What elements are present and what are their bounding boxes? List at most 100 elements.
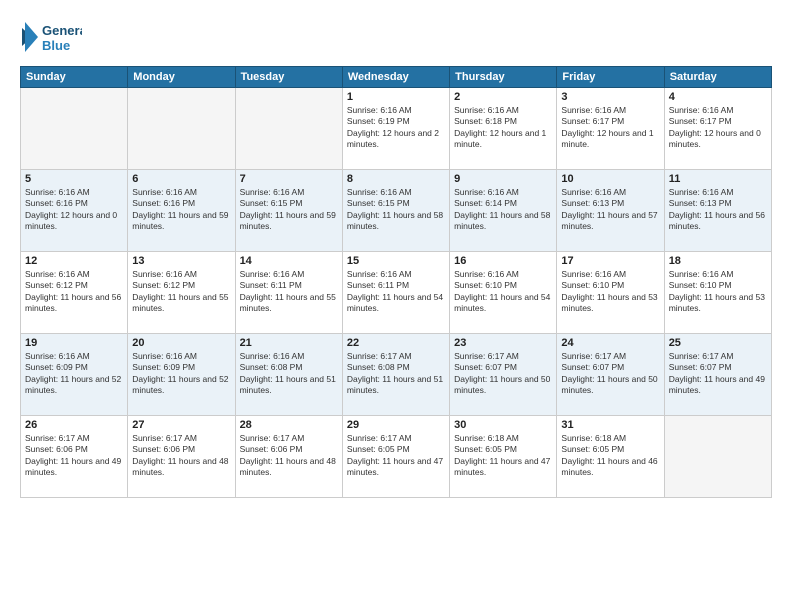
- day-number: 13: [132, 255, 230, 267]
- day-cell-24: 24 Sunrise: 6:17 AM Sunset: 6:07 PM Dayli…: [557, 334, 664, 416]
- day-number: 23: [454, 337, 552, 349]
- day-cell-8: 8 Sunrise: 6:16 AM Sunset: 6:15 PM Daylig…: [342, 170, 449, 252]
- day-cell-18: 18Sunrise: 6:16 AM Sunset: 6:10 PM Dayli…: [664, 252, 771, 334]
- day-cell-6: 6 Sunrise: 6:16 AM Sunset: 6:16 PM Daylig…: [128, 170, 235, 252]
- day-info: Sunrise: 6:17 AM Sunset: 6:05 PM Dayligh…: [347, 433, 445, 479]
- day-info: Sunrise: 6:16 AM Sunset: 6:17 PM Dayligh…: [561, 105, 659, 151]
- day-number: 1: [347, 91, 445, 103]
- day-info: Sunrise: 6:16 AM Sunset: 6:10 PM Dayligh…: [669, 269, 767, 315]
- day-info: Sunrise: 6:16 AM Sunset: 6:11 PM Dayligh…: [240, 269, 338, 315]
- day-number: 2: [454, 91, 552, 103]
- weekday-friday: Friday: [557, 67, 664, 88]
- day-cell-28: 28Sunrise: 6:17 AM Sunset: 6:06 PM Dayli…: [235, 416, 342, 498]
- day-info: Sunrise: 6:16 AM Sunset: 6:16 PM Dayligh…: [25, 187, 123, 233]
- day-number: 4: [669, 91, 767, 103]
- day-info: Sunrise: 6:16 AM Sunset: 6:16 PM Dayligh…: [132, 187, 230, 233]
- day-info: Sunrise: 6:18 AM Sunset: 6:05 PM Dayligh…: [561, 433, 659, 479]
- day-number: 19: [25, 337, 123, 349]
- day-info: Sunrise: 6:16 AM Sunset: 6:08 PM Dayligh…: [240, 351, 338, 397]
- day-cell-26: 26Sunrise: 6:17 AM Sunset: 6:06 PM Dayli…: [21, 416, 128, 498]
- calendar-table: SundayMondayTuesdayWednesdayThursdayFrid…: [20, 66, 772, 498]
- day-number: 17: [561, 255, 659, 267]
- day-info: Sunrise: 6:16 AM Sunset: 6:09 PM Dayligh…: [25, 351, 123, 397]
- day-cell-14: 14 Sunrise: 6:16 AM Sunset: 6:11 PM Dayli…: [235, 252, 342, 334]
- day-number: 7: [240, 173, 338, 185]
- day-number: 21: [240, 337, 338, 349]
- week-row-2: 5 Sunrise: 6:16 AM Sunset: 6:16 PM Daylig…: [21, 170, 772, 252]
- empty-cell: [235, 88, 342, 170]
- day-number: 26: [25, 419, 123, 431]
- day-number: 16: [454, 255, 552, 267]
- week-row-1: 1 Sunrise: 6:16 AM Sunset: 6:19 PM Daylig…: [21, 88, 772, 170]
- day-info: Sunrise: 6:18 AM Sunset: 6:05 PM Dayligh…: [454, 433, 552, 479]
- day-number: 27: [132, 419, 230, 431]
- day-cell-16: 16 Sunrise: 6:16 AM Sunset: 6:10 PM Dayli…: [450, 252, 557, 334]
- day-info: Sunrise: 6:16 AM Sunset: 6:19 PM Dayligh…: [347, 105, 445, 151]
- day-info: Sunrise: 6:16 AM Sunset: 6:13 PM Dayligh…: [669, 187, 767, 233]
- day-cell-25: 25 Sunrise: 6:17 AM Sunset: 6:07 PM Dayli…: [664, 334, 771, 416]
- day-cell-12: 12 Sunrise: 6:16 AM Sunset: 6:12 PM Dayli…: [21, 252, 128, 334]
- day-cell-9: 9Sunrise: 6:16 AM Sunset: 6:14 PM Daylig…: [450, 170, 557, 252]
- day-number: 14: [240, 255, 338, 267]
- day-number: 8: [347, 173, 445, 185]
- day-info: Sunrise: 6:16 AM Sunset: 6:18 PM Dayligh…: [454, 105, 552, 151]
- day-info: Sunrise: 6:16 AM Sunset: 6:14 PM Dayligh…: [454, 187, 552, 233]
- day-cell-5: 5 Sunrise: 6:16 AM Sunset: 6:16 PM Daylig…: [21, 170, 128, 252]
- day-number: 3: [561, 91, 659, 103]
- day-number: 10: [561, 173, 659, 185]
- day-cell-20: 20Sunrise: 6:16 AM Sunset: 6:09 PM Dayli…: [128, 334, 235, 416]
- day-cell-19: 19 Sunrise: 6:16 AM Sunset: 6:09 PM Dayli…: [21, 334, 128, 416]
- day-number: 28: [240, 419, 338, 431]
- day-cell-30: 30 Sunrise: 6:18 AM Sunset: 6:05 PM Dayli…: [450, 416, 557, 498]
- day-cell-1: 1 Sunrise: 6:16 AM Sunset: 6:19 PM Daylig…: [342, 88, 449, 170]
- day-cell-22: 22Sunrise: 6:17 AM Sunset: 6:08 PM Dayli…: [342, 334, 449, 416]
- day-info: Sunrise: 6:16 AM Sunset: 6:17 PM Dayligh…: [669, 105, 767, 151]
- day-number: 22: [347, 337, 445, 349]
- svg-text:Blue: Blue: [42, 38, 70, 53]
- day-number: 25: [669, 337, 767, 349]
- day-info: Sunrise: 6:17 AM Sunset: 6:07 PM Dayligh…: [561, 351, 659, 397]
- weekday-tuesday: Tuesday: [235, 67, 342, 88]
- day-info: Sunrise: 6:16 AM Sunset: 6:15 PM Dayligh…: [347, 187, 445, 233]
- weekday-monday: Monday: [128, 67, 235, 88]
- day-info: Sunrise: 6:17 AM Sunset: 6:06 PM Dayligh…: [132, 433, 230, 479]
- day-cell-10: 10 Sunrise: 6:16 AM Sunset: 6:13 PM Dayli…: [557, 170, 664, 252]
- weekday-header-row: SundayMondayTuesdayWednesdayThursdayFrid…: [21, 67, 772, 88]
- day-cell-4: 4 Sunrise: 6:16 AM Sunset: 6:17 PM Daylig…: [664, 88, 771, 170]
- day-cell-3: 3 Sunrise: 6:16 AM Sunset: 6:17 PM Daylig…: [557, 88, 664, 170]
- day-info: Sunrise: 6:16 AM Sunset: 6:13 PM Dayligh…: [561, 187, 659, 233]
- day-number: 11: [669, 173, 767, 185]
- day-number: 12: [25, 255, 123, 267]
- day-number: 5: [25, 173, 123, 185]
- week-row-3: 12 Sunrise: 6:16 AM Sunset: 6:12 PM Dayli…: [21, 252, 772, 334]
- header: GeneralBlue: [20, 18, 772, 56]
- day-number: 24: [561, 337, 659, 349]
- day-cell-13: 13 Sunrise: 6:16 AM Sunset: 6:12 PM Dayli…: [128, 252, 235, 334]
- day-cell-23: 23Sunrise: 6:17 AM Sunset: 6:07 PM Dayli…: [450, 334, 557, 416]
- week-row-4: 19 Sunrise: 6:16 AM Sunset: 6:09 PM Dayli…: [21, 334, 772, 416]
- day-info: Sunrise: 6:16 AM Sunset: 6:15 PM Dayligh…: [240, 187, 338, 233]
- weekday-thursday: Thursday: [450, 67, 557, 88]
- day-cell-2: 2 Sunrise: 6:16 AM Sunset: 6:18 PM Daylig…: [450, 88, 557, 170]
- empty-cell: [664, 416, 771, 498]
- empty-cell: [21, 88, 128, 170]
- day-info: Sunrise: 6:16 AM Sunset: 6:10 PM Dayligh…: [454, 269, 552, 315]
- day-cell-29: 29Sunrise: 6:17 AM Sunset: 6:05 PM Dayli…: [342, 416, 449, 498]
- day-cell-15: 15Sunrise: 6:16 AM Sunset: 6:11 PM Dayli…: [342, 252, 449, 334]
- day-info: Sunrise: 6:16 AM Sunset: 6:12 PM Dayligh…: [132, 269, 230, 315]
- weekday-saturday: Saturday: [664, 67, 771, 88]
- day-info: Sunrise: 6:16 AM Sunset: 6:12 PM Dayligh…: [25, 269, 123, 315]
- day-cell-27: 27 Sunrise: 6:17 AM Sunset: 6:06 PM Dayli…: [128, 416, 235, 498]
- logo: GeneralBlue: [20, 18, 82, 56]
- day-info: Sunrise: 6:17 AM Sunset: 6:07 PM Dayligh…: [669, 351, 767, 397]
- week-row-5: 26 Sunrise: 6:17 AM Sunset: 6:06 PM Dayli…: [21, 416, 772, 498]
- page: GeneralBlue SundayMondayTuesdayWednesday…: [0, 0, 792, 612]
- weekday-wednesday: Wednesday: [342, 67, 449, 88]
- weekday-sunday: Sunday: [21, 67, 128, 88]
- day-number: 6: [132, 173, 230, 185]
- day-number: 31: [561, 419, 659, 431]
- day-number: 30: [454, 419, 552, 431]
- day-cell-17: 17Sunrise: 6:16 AM Sunset: 6:10 PM Dayli…: [557, 252, 664, 334]
- day-info: Sunrise: 6:16 AM Sunset: 6:11 PM Dayligh…: [347, 269, 445, 315]
- day-cell-31: 31 Sunrise: 6:18 AM Sunset: 6:05 PM Dayli…: [557, 416, 664, 498]
